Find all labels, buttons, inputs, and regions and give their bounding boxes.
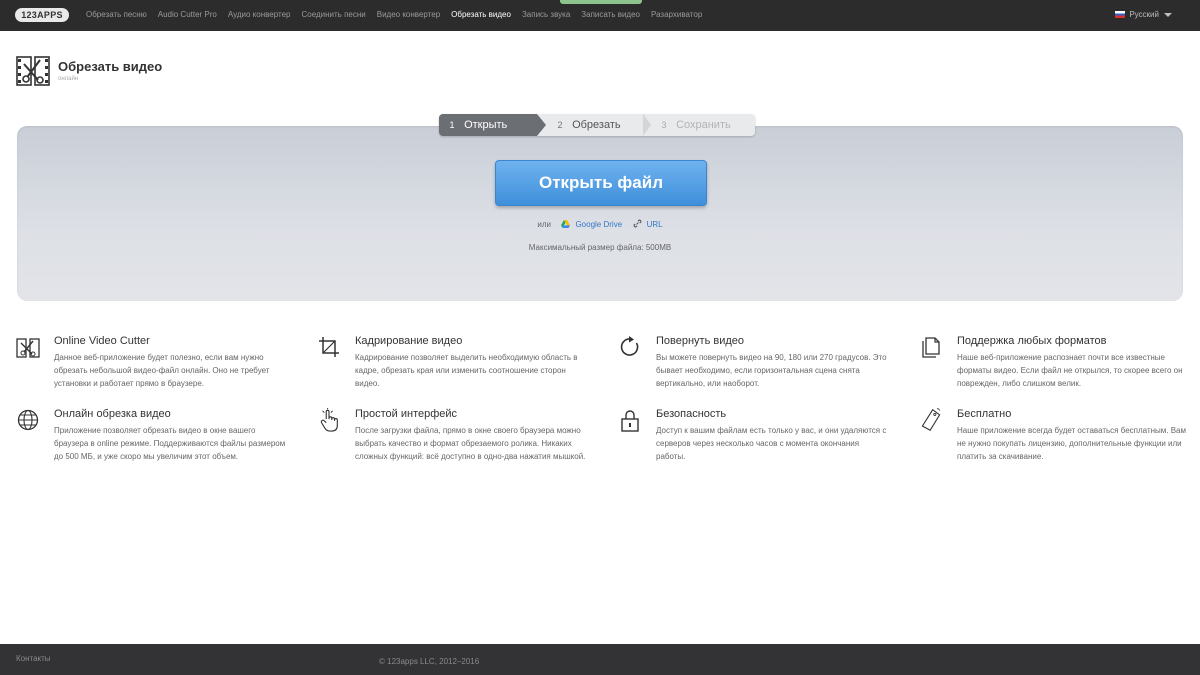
feature-text: Данное веб-приложение будет полезно, есл… [54,353,270,388]
feature-title: Онлайн обрезка видео [54,408,171,420]
feature-text: Наше приложение всегда будет оставаться … [957,426,1186,461]
upload-panel [17,126,1183,301]
formats-icon [922,337,940,358]
link-icon [633,219,642,228]
step-label: Обрезать [572,119,621,131]
step-save: 3 Сохранить [643,114,755,136]
video-cutter-icon [16,338,40,358]
steps-indicator: 1 Открыть 2 Обрезать 3 Сохранить [439,114,755,136]
feature-title: Повернуть видео [656,335,745,347]
or-label: или [537,220,551,229]
footer: Контакты © 123apps LLC, 2012–2016 [0,644,1200,675]
rotate-icon [620,336,639,356]
feature-text: Доступ к вашим файлам есть только у вас,… [656,426,887,461]
step-number: 3 [661,120,667,130]
nav-item-cut-video[interactable]: Обрезать видео [451,10,511,19]
feature-text: Вы можете повернуть видео на 90, 180 или… [656,353,887,388]
step-open: 1 Открыть [439,114,546,136]
open-file-button[interactable]: Открыть файл [495,160,707,206]
feature-title: Online Video Cutter [54,335,150,347]
globe-icon [17,409,39,431]
feature-text: Кадрирование позволяет выделить необходи… [355,353,578,388]
nav-item-record-sound[interactable]: Запись звука [522,10,570,19]
free-tag-icon [921,408,941,432]
page-title: Обрезать видео [58,59,163,74]
step-cut: 2 Обрезать [547,114,647,136]
feature-title: Поддержка любых форматов [957,335,1107,347]
feature-text: Приложение позволяет обрезать видео в ок… [54,426,286,461]
active-tab-indicator [560,0,642,4]
step-number: 2 [557,120,563,130]
contacts-link[interactable]: Контакты [16,654,51,663]
copyright: © 123apps LLC, 2012–2016 [379,657,480,666]
russian-flag-icon [1115,11,1126,18]
alternative-sources: или Google Drive URL [0,219,1200,229]
nav-item-join-songs[interactable]: Соединить песни [301,10,365,19]
step-number: 1 [449,120,455,130]
nav-item-record-video[interactable]: Записать видео [581,10,640,19]
video-cutter-app-icon [16,56,50,86]
nav-item-audio-converter[interactable]: Аудио конвертер [228,10,291,19]
language-label: Русский [1129,10,1159,19]
feature-text: Наше веб-приложение распознает почти все… [957,353,1183,388]
page-subtitle: онлайн [58,76,79,82]
step-label: Открыть [464,119,508,131]
feature-title: Бесплатно [957,408,1012,420]
language-selector[interactable]: Русский [1115,10,1172,19]
crop-icon [319,337,339,357]
top-navigation-bar: 123APPS Обрезать песню Audio Cutter Pro … [0,0,1200,31]
feature-title: Простой интерфейс [355,408,458,420]
nav-item-audio-cutter-pro[interactable]: Audio Cutter Pro [158,10,217,19]
pointer-hand-icon [320,408,338,432]
google-drive-link[interactable]: Google Drive [575,220,622,229]
max-file-size-note: Максимальный размер файла: 500MB [528,243,672,252]
step-label: Сохранить [676,119,731,131]
chevron-down-icon [1164,13,1172,17]
nav-item-cut-song[interactable]: Обрезать песню [86,10,147,19]
lock-icon [621,410,639,432]
feature-title: Безопасность [656,408,727,420]
google-drive-icon [561,220,571,228]
logo[interactable]: 123APPS [15,8,69,22]
feature-text: После загрузки файла, прямо в окне своег… [355,426,586,461]
feature-title: Кадрирование видео [355,335,463,347]
app-nav: Обрезать песню Audio Cutter Pro Аудио ко… [86,10,713,19]
nav-item-video-converter[interactable]: Видео конвертер [377,10,440,19]
url-link[interactable]: URL [647,220,663,229]
nav-item-unarchiver[interactable]: Разархиватор [651,10,702,19]
